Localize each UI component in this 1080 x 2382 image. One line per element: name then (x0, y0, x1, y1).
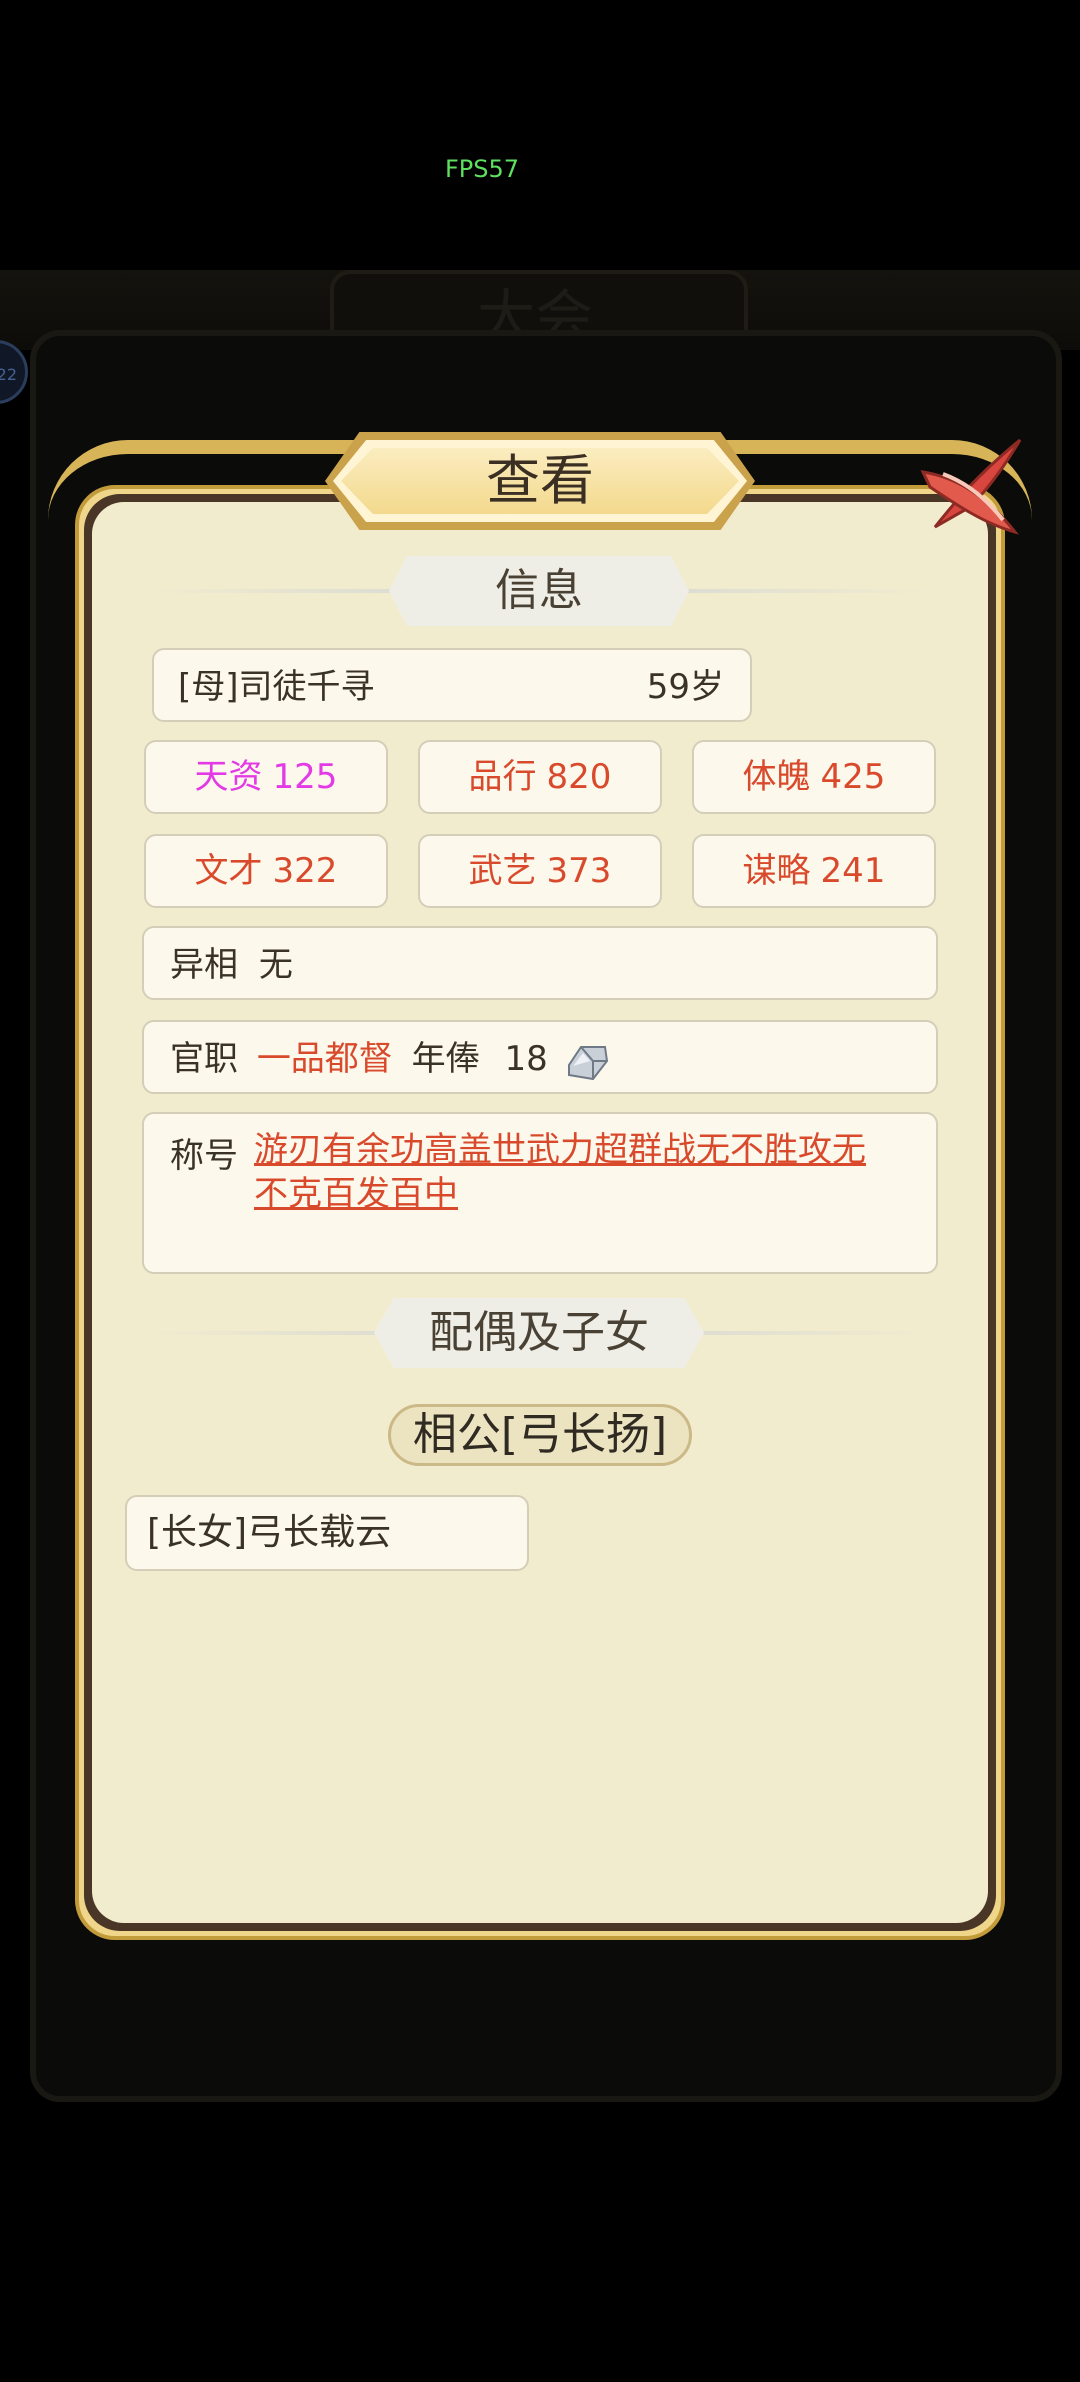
child-item[interactable]: [长女]弓长载云 (125, 1495, 529, 1571)
info-section-header: 信息 (143, 556, 935, 626)
honorific-label: 称号 (170, 1136, 238, 1176)
stat-label: 武艺 (468, 851, 537, 891)
dialog-title: 查看 (486, 449, 594, 512)
close-button[interactable] (915, 432, 1030, 542)
office-value: 一品都督 (256, 1039, 393, 1079)
avatar-level: 22 (0, 365, 17, 384)
stat-label: 文才 (194, 851, 263, 891)
stat-strategy: 谋略 241 (692, 834, 936, 908)
close-x-icon (920, 438, 1022, 535)
honorific-titles[interactable]: 游刃有余功高盖世武力超群战无不胜攻无不克百发百中 (254, 1128, 894, 1216)
stat-value: 820 (546, 757, 612, 797)
stat-literary: 文才 322 (144, 834, 388, 908)
salary-label: 年俸 (411, 1039, 480, 1079)
silver-ingot-icon (567, 1045, 608, 1080)
info-section-title: 信息 (389, 556, 689, 626)
member-age: 59岁 (646, 667, 724, 707)
stat-talent: 天资 125 (144, 740, 388, 814)
family-section-header: 配偶及子女 (143, 1298, 935, 1368)
stat-label: 谋略 (742, 851, 811, 891)
office-label: 官职 (170, 1039, 238, 1079)
stat-label: 品行 (468, 757, 537, 797)
feature-row: 异相 无 (142, 926, 938, 1000)
stat-value: 373 (546, 851, 612, 891)
stat-martial: 武艺 373 (418, 834, 662, 908)
family-section-title: 配偶及子女 (374, 1298, 704, 1368)
stat-value: 125 (272, 757, 338, 797)
salary-value: 18 (504, 1039, 548, 1079)
dialog-title-plate: 查看 (325, 432, 755, 530)
stat-value: 241 (820, 851, 886, 891)
stat-value: 322 (272, 851, 338, 891)
office-row: 官职 一品都督 年俸 18 (142, 1020, 938, 1094)
stat-conduct: 品行 820 (418, 740, 662, 814)
stat-physique: 体魄 425 (692, 740, 936, 814)
fps-counter: FPS57 (445, 155, 520, 183)
spouse-button[interactable]: 相公[弓长扬] (388, 1404, 692, 1466)
member-name-box: [母]司徒千寻 59岁 (152, 648, 752, 722)
member-name: [母]司徒千寻 (178, 667, 375, 707)
stat-value: 425 (820, 757, 886, 797)
stat-label: 天资 (194, 757, 263, 797)
feature-label: 异相 (170, 945, 238, 985)
stat-label: 体魄 (742, 757, 811, 797)
honorific-box: 称号 游刃有余功高盖世武力超群战无不胜攻无不克百发百中 (142, 1112, 938, 1274)
feature-value: 无 (258, 945, 293, 985)
